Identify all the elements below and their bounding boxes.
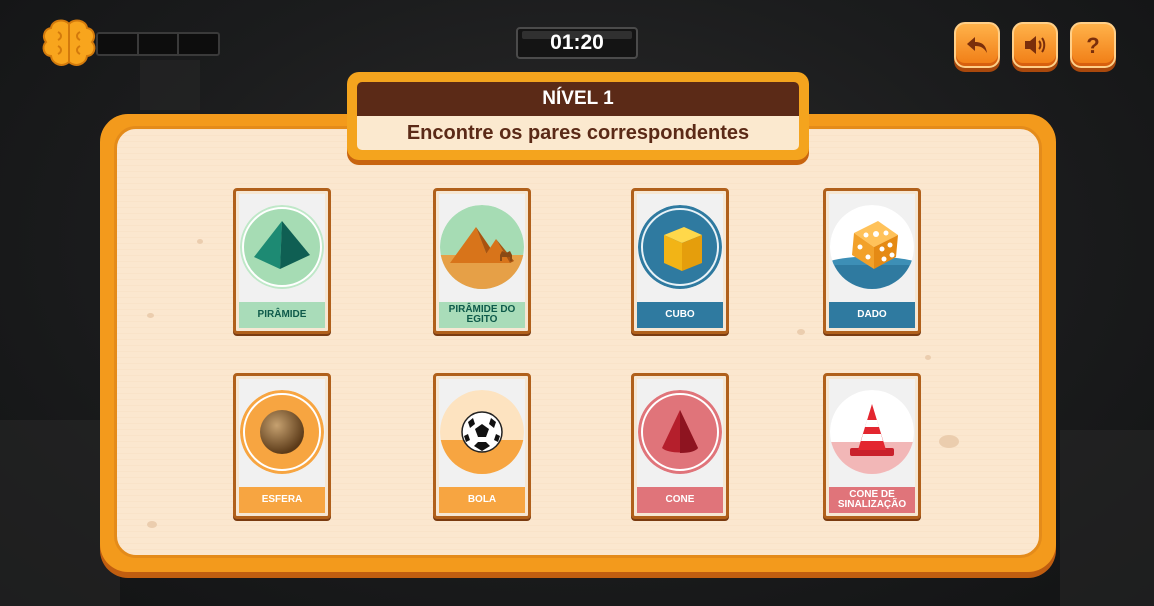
card-label: CUBO [637, 302, 723, 328]
timer: 01:20 [516, 27, 638, 59]
card-label: CONE DE SINALIZAÇÃO [829, 487, 915, 513]
progress-segment [98, 34, 139, 54]
progress-segment [179, 34, 218, 54]
decor-dot [147, 313, 154, 318]
cone-icon [638, 390, 722, 474]
card-piramide[interactable]: PIRÂMIDE [233, 188, 331, 334]
card-label: CONE [637, 487, 723, 513]
sphere-icon [240, 390, 324, 474]
cube-icon [638, 205, 722, 289]
help-icon: ? [1086, 33, 1099, 57]
brain-icon [40, 18, 98, 70]
level-banner: NÍVEL 1 Encontre os pares correspondente… [347, 72, 809, 160]
timer-text: 01:20 [550, 31, 604, 54]
decor-dot [939, 435, 959, 448]
card-esfera[interactable]: ESFERA [233, 373, 331, 519]
progress-bar [96, 32, 220, 56]
instruction-text: Encontre os pares correspondentes [357, 116, 799, 150]
card-cone-de-sinalizacao[interactable]: CONE DE SINALIZAÇÃO [823, 373, 921, 519]
level-title: NÍVEL 1 [357, 82, 799, 116]
card-cubo[interactable]: CUBO [631, 188, 729, 334]
decor-dot [147, 521, 157, 528]
card-cone[interactable]: CONE [631, 373, 729, 519]
sound-icon [1025, 36, 1046, 54]
back-button[interactable] [954, 22, 1000, 68]
svg-text:?: ? [1086, 33, 1099, 57]
decor-dot [925, 355, 931, 360]
card-label: ESFERA [239, 487, 325, 513]
soccer-ball-icon [440, 390, 524, 474]
sound-button[interactable] [1012, 22, 1058, 68]
card-label: PIRÂMIDE DO EGITO [439, 302, 525, 328]
card-bola[interactable]: BOLA [433, 373, 531, 519]
back-icon [967, 37, 987, 53]
help-button[interactable]: ? [1070, 22, 1116, 68]
egypt-pyramid-icon [440, 205, 524, 289]
card-label: DADO [829, 302, 915, 328]
dice-icon [830, 205, 914, 289]
card-dado[interactable]: DADO [823, 188, 921, 334]
card-piramide-do-egito[interactable]: PIRÂMIDE DO EGITO [433, 188, 531, 334]
progress-segment [139, 34, 180, 54]
card-label: PIRÂMIDE [239, 302, 325, 328]
pyramid-icon [240, 205, 324, 289]
background-table [1060, 430, 1154, 606]
background-shelf [140, 60, 200, 110]
traffic-cone-icon [830, 390, 914, 474]
decor-dot [197, 239, 203, 244]
card-label: BOLA [439, 487, 525, 513]
decor-dot [797, 329, 805, 335]
